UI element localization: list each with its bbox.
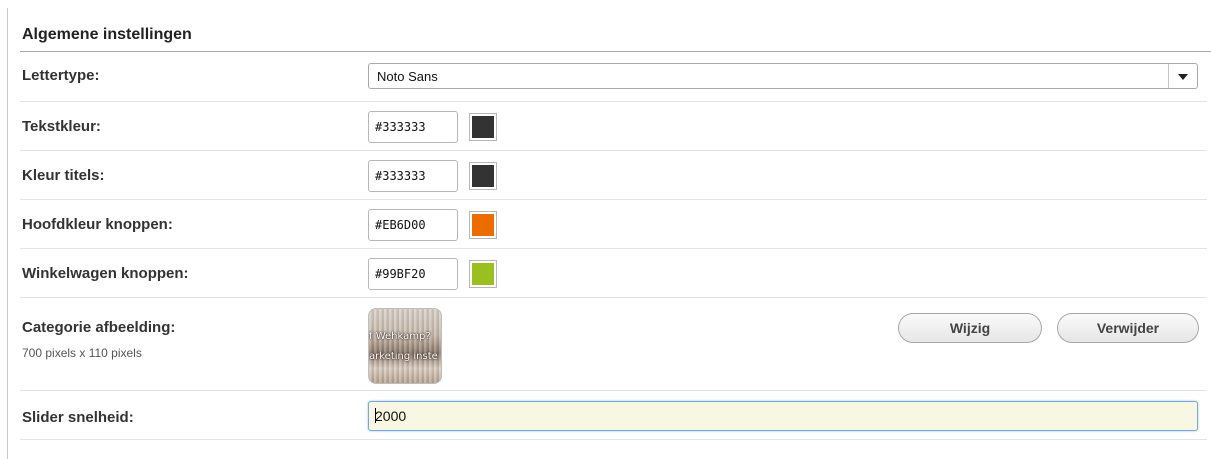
slider-speed-row: Slider snelheid: 2000	[20, 391, 1207, 440]
title-color-swatch[interactable]	[469, 162, 497, 190]
text-color-label: Tekstkleur:	[22, 118, 101, 135]
change-image-button[interactable]: Wijzig	[898, 313, 1042, 343]
button-color-input[interactable]: #EB6D00	[368, 209, 458, 241]
title-color-row: Kleur titels: #333333	[20, 151, 1207, 200]
text-color-input[interactable]: #333333	[368, 111, 458, 143]
category-image-thumbnail: f Wehkamp? arketing inste	[368, 308, 442, 384]
thumbnail-texture	[369, 309, 441, 383]
slider-speed-input[interactable]: 2000	[368, 401, 1198, 431]
text-color-row: Tekstkleur: #333333	[20, 102, 1207, 151]
category-image-label: Categorie afbeelding:	[22, 319, 176, 336]
thumbnail-text-line-1: f Wehkamp?	[369, 331, 431, 342]
remove-image-button[interactable]: Verwijder	[1057, 313, 1199, 343]
cart-button-color-label: Winkelwagen knoppen:	[22, 265, 189, 282]
font-row: Lettertype: Noto Sans	[20, 52, 1207, 102]
cart-button-color-input[interactable]: #99BF20	[368, 258, 458, 290]
chevron-down-icon	[1178, 74, 1188, 80]
slider-speed-label: Slider snelheid:	[22, 409, 134, 426]
general-settings-panel: Algemene instellingen Lettertype: Noto S…	[8, 8, 1211, 440]
button-color-swatch-fill	[472, 214, 494, 236]
font-select-arrow[interactable]	[1168, 64, 1197, 88]
font-select[interactable]: Noto Sans	[368, 63, 1198, 89]
font-select-value: Noto Sans	[377, 69, 438, 84]
text-color-swatch[interactable]	[469, 113, 497, 141]
settings-page: Algemene instellingen Lettertype: Noto S…	[0, 0, 1211, 459]
category-image-dimensions: 700 pixels x 110 pixels	[22, 346, 142, 360]
font-label: Lettertype:	[22, 67, 100, 84]
title-color-swatch-fill	[472, 165, 494, 187]
cart-button-color-swatch[interactable]	[469, 260, 497, 288]
thumbnail-text-line-2: arketing inste	[369, 351, 438, 362]
button-color-swatch[interactable]	[469, 211, 497, 239]
text-color-swatch-fill	[472, 116, 494, 138]
cart-button-color-swatch-fill	[472, 263, 494, 285]
button-color-label: Hoofdkleur knoppen:	[22, 216, 173, 233]
title-color-input[interactable]: #333333	[368, 160, 458, 192]
cart-button-color-row: Winkelwagen knoppen: #99BF20	[20, 249, 1207, 298]
panel-header: Algemene instellingen	[20, 8, 1211, 52]
category-image-row: Categorie afbeelding: 700 pixels x 110 p…	[20, 298, 1207, 391]
slider-speed-value: 2000	[375, 408, 407, 424]
panel-title: Algemene instellingen	[22, 26, 192, 43]
button-color-row: Hoofdkleur knoppen: #EB6D00	[20, 200, 1207, 249]
title-color-label: Kleur titels:	[22, 167, 105, 184]
